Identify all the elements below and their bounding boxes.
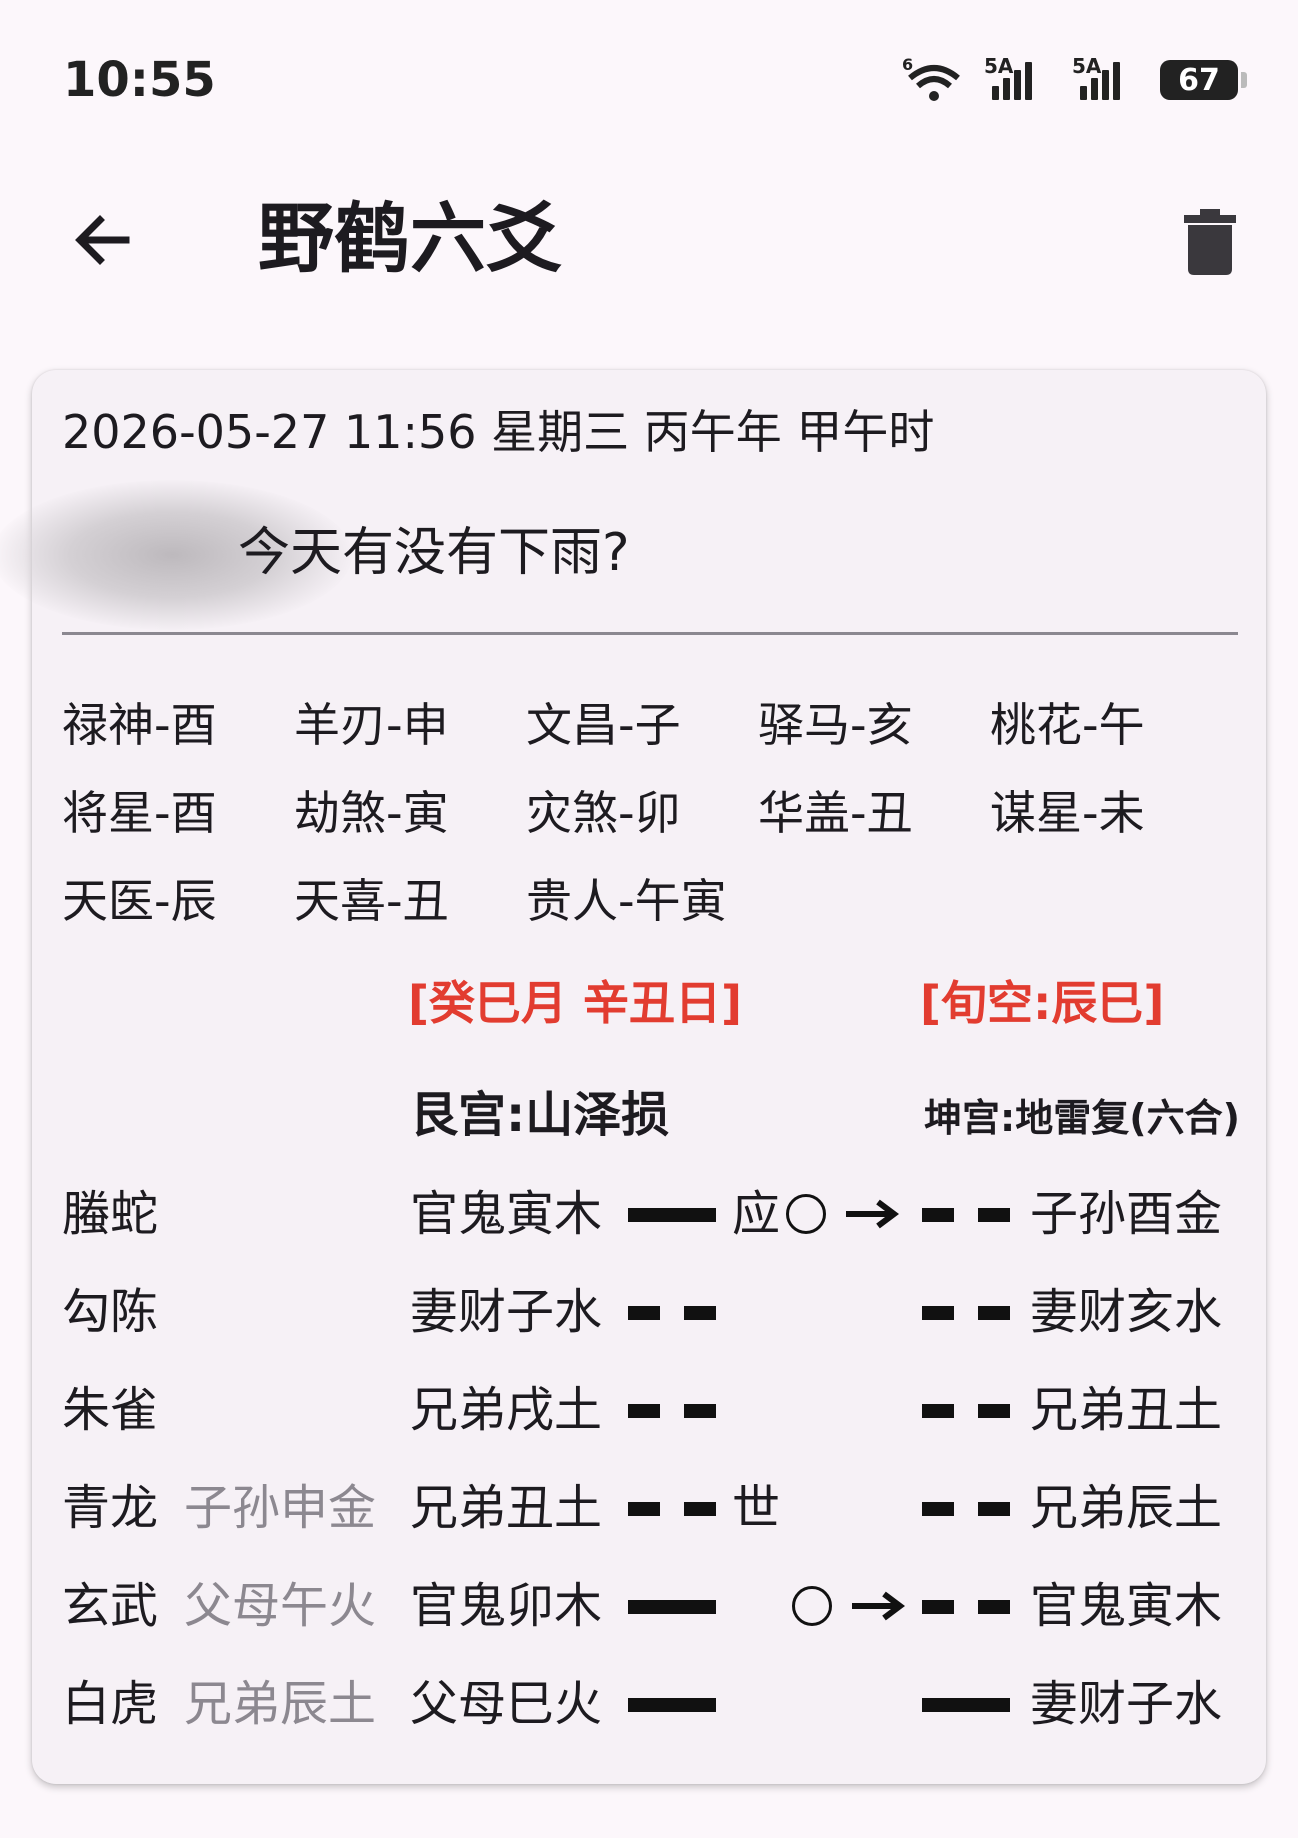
sim1-label: 5A: [984, 54, 1014, 78]
sim2-signal-icon: 5A: [1072, 54, 1142, 100]
wifi-icon: 6: [902, 56, 960, 101]
main-yao-label: 兄弟丑土: [410, 1480, 603, 1536]
shensha-item: 贵人-午寅: [526, 874, 727, 928]
liushen-label: 螣蛇: [62, 1186, 159, 1242]
moving-circle-icon: [786, 1194, 826, 1234]
bian-yao-line-yin: [922, 1404, 1010, 1418]
cast-datetime: 2026-05-27 11:56 星期三 丙午年 甲午时: [62, 405, 935, 459]
bian-yao-line-yin: [922, 1306, 1010, 1320]
arrow-right-icon: [846, 1199, 899, 1229]
liushen-label: 朱雀: [62, 1382, 159, 1438]
divination-card: 2026-05-27 11:56 星期三 丙午年 甲午时 今天有没有下雨? 禄神…: [0, 370, 1266, 1784]
shensha-item: 羊刃-申: [294, 698, 449, 752]
fushen-label: 子孙申金: [184, 1480, 377, 1536]
battery-level: 67: [1178, 62, 1220, 98]
shensha-item: 文昌-子: [526, 698, 681, 752]
liushen-label: 玄武: [62, 1578, 159, 1634]
bian-yao-line-yin: [922, 1502, 1010, 1516]
main-yao-line-yin: [628, 1502, 716, 1516]
fushen-label: 父母午火: [184, 1578, 377, 1634]
main-yao-line-yin: [628, 1404, 716, 1418]
moving-circle-icon: [792, 1586, 832, 1626]
arrow-left-icon: [75, 215, 130, 265]
liushen-label: 青龙: [62, 1480, 159, 1536]
bian-yao-label: 子孙酉金: [1030, 1186, 1223, 1242]
shensha-item: 劫煞-寅: [294, 786, 449, 840]
main-yao-label: 父母巳火: [410, 1676, 603, 1732]
shensha-item: 谋星-未: [990, 786, 1145, 840]
bian-yao-label: 兄弟辰土: [1030, 1480, 1223, 1536]
main-yao-line-yang: [628, 1208, 716, 1222]
divider: [62, 632, 1238, 635]
shi-mark: 世: [732, 1480, 781, 1536]
shensha-item: 灾煞-卯: [526, 786, 681, 840]
shensha-item: 华盖-丑: [758, 786, 913, 840]
shensha-item: 禄神-酉: [62, 698, 217, 752]
liushen-label: 勾陈: [62, 1284, 159, 1340]
liushen-label: 白虎: [62, 1676, 159, 1732]
bian-gua-title: 坤宫:地雷复(六合): [924, 1096, 1240, 1140]
main-yao-label: 兄弟戌土: [410, 1382, 603, 1438]
bian-yao-label: 官鬼寅木: [1030, 1578, 1223, 1634]
shensha-item: 将星-酉: [62, 786, 217, 840]
arrow-right-icon: [852, 1591, 905, 1621]
main-yao-line-yin: [628, 1306, 716, 1320]
bian-yao-line-yin: [922, 1208, 1010, 1222]
sim2-label: 5A: [1072, 54, 1102, 78]
battery-icon: 67: [1160, 60, 1247, 100]
status-time: 10:55: [63, 52, 216, 108]
trash-icon: [1184, 209, 1236, 275]
back-button[interactable]: [62, 200, 142, 280]
fushen-label: 兄弟辰土: [184, 1676, 377, 1732]
main-yao-label: 官鬼卯木: [410, 1578, 603, 1634]
main-yao-line-yang: [628, 1698, 716, 1712]
wifi-label: 6: [902, 56, 913, 74]
sim1-signal-icon: 5A: [984, 54, 1054, 100]
ying-mark: 应: [732, 1186, 781, 1242]
bian-yao-label: 兄弟丑土: [1030, 1382, 1223, 1438]
question-text: 今天有没有下雨?: [238, 523, 630, 583]
bian-yao-line-yang: [922, 1698, 1010, 1712]
shensha-item: 天喜-丑: [294, 874, 449, 928]
shensha-item: 驿马-亥: [758, 698, 913, 752]
bian-yao-label: 妻财子水: [1030, 1676, 1223, 1732]
main-yao-label: 妻财子水: [410, 1284, 603, 1340]
shensha-item: 天医-辰: [62, 874, 217, 928]
status-icons: 6 5A 5A 67: [902, 54, 1247, 104]
main-gua-title: 艮宫:山泽损: [410, 1087, 670, 1143]
xunkong: [旬空:辰巳]: [920, 976, 1165, 1030]
delete-button[interactable]: [1170, 198, 1250, 284]
main-yao-line-yang: [628, 1600, 716, 1614]
bian-yao-line-yin: [922, 1600, 1010, 1614]
main-yao-label: 官鬼寅木: [410, 1186, 603, 1242]
bian-yao-label: 妻财亥水: [1030, 1284, 1223, 1340]
shensha-item: 桃花-午: [990, 698, 1145, 752]
page-title: 野鹤六爻: [258, 194, 562, 283]
month-day-ganzhi: [癸巳月 辛丑日]: [408, 976, 743, 1030]
